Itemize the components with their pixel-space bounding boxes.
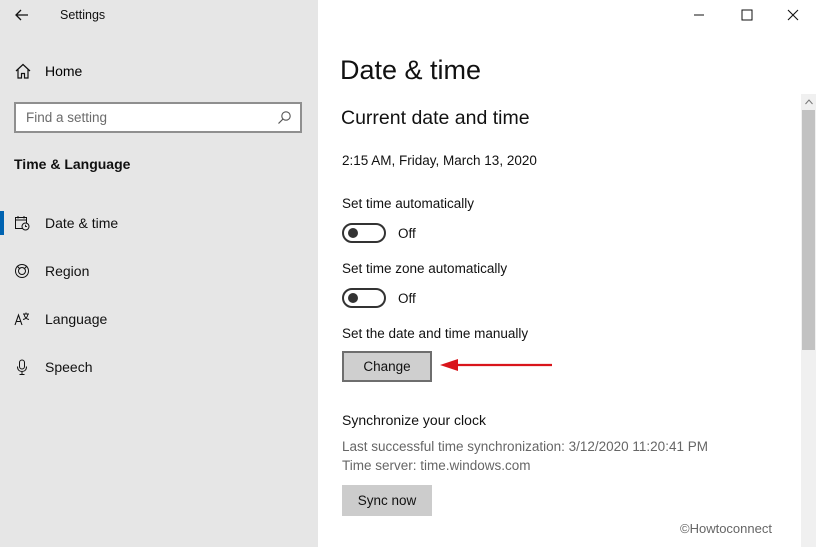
sidebar-item-label: Region	[45, 263, 90, 279]
close-icon	[787, 9, 799, 21]
microphone-icon	[17, 359, 27, 375]
sync-now-button[interactable]: Sync now	[342, 485, 432, 516]
page-title: Date & time	[340, 55, 482, 85]
set-time-auto-state: Off	[398, 226, 416, 241]
back-button[interactable]	[8, 2, 36, 28]
set-timezone-auto-state: Off	[398, 291, 416, 306]
sidebar-item-label: Language	[45, 311, 108, 327]
toggle-knob	[348, 228, 358, 238]
current-date-time: 2:15 AM, Friday, March 13, 2020	[342, 153, 537, 168]
change-button[interactable]: Change	[342, 351, 432, 382]
last-sync-text: Last successful time synchronization: 3/…	[342, 439, 708, 454]
section-heading-current-date: Current date and time	[341, 107, 530, 129]
calendar-clock-icon	[15, 216, 30, 231]
home-nav-item[interactable]: Home	[14, 58, 82, 84]
minimize-button[interactable]	[676, 0, 722, 30]
watermark: ©Howtoconnect	[680, 521, 772, 536]
sidebar-item-language[interactable]: Language	[0, 299, 318, 339]
language-icon	[14, 312, 30, 326]
time-server-text: Time server: time.windows.com	[342, 458, 531, 473]
annotation-arrow	[440, 359, 552, 371]
set-time-auto-label: Set time automatically	[342, 196, 475, 211]
sidebar-item-region[interactable]: Region	[0, 251, 318, 291]
title-bar: Settings	[0, 0, 318, 30]
sync-clock-title: Synchronize your clock	[342, 412, 486, 428]
search-input[interactable]	[26, 110, 266, 125]
home-icon	[15, 63, 31, 79]
sidebar-item-speech[interactable]: Speech	[0, 347, 318, 387]
maximize-button[interactable]	[724, 0, 770, 30]
app-title: Settings	[60, 8, 106, 22]
section-title: Time & Language	[14, 156, 131, 172]
toggle-knob	[348, 293, 358, 303]
chevron-up-icon	[804, 99, 813, 105]
sidebar: Settings Home Time & Language Date & tim…	[0, 0, 318, 547]
search-box[interactable]	[14, 102, 302, 133]
home-label: Home	[45, 63, 83, 79]
back-arrow-icon	[15, 9, 28, 21]
set-time-auto-toggle[interactable]	[342, 223, 386, 243]
globe-icon	[15, 264, 29, 278]
minimize-icon	[694, 14, 704, 16]
sidebar-item-label: Speech	[45, 359, 93, 375]
set-timezone-auto-label: Set time zone automatically	[342, 261, 508, 276]
main-content: Date & time Current date and time 2:15 A…	[318, 0, 816, 547]
search-icon[interactable]	[277, 110, 292, 125]
maximize-icon	[741, 9, 753, 21]
set-manually-label: Set the date and time manually	[342, 326, 529, 341]
sidebar-item-label: Date & time	[45, 215, 119, 231]
active-indicator	[0, 211, 4, 235]
scroll-up-button[interactable]	[801, 94, 816, 110]
sidebar-item-date-time[interactable]: Date & time	[0, 203, 318, 243]
set-timezone-auto-toggle[interactable]	[342, 288, 386, 308]
close-button[interactable]	[770, 0, 816, 30]
scrollbar-thumb[interactable]	[802, 110, 815, 350]
